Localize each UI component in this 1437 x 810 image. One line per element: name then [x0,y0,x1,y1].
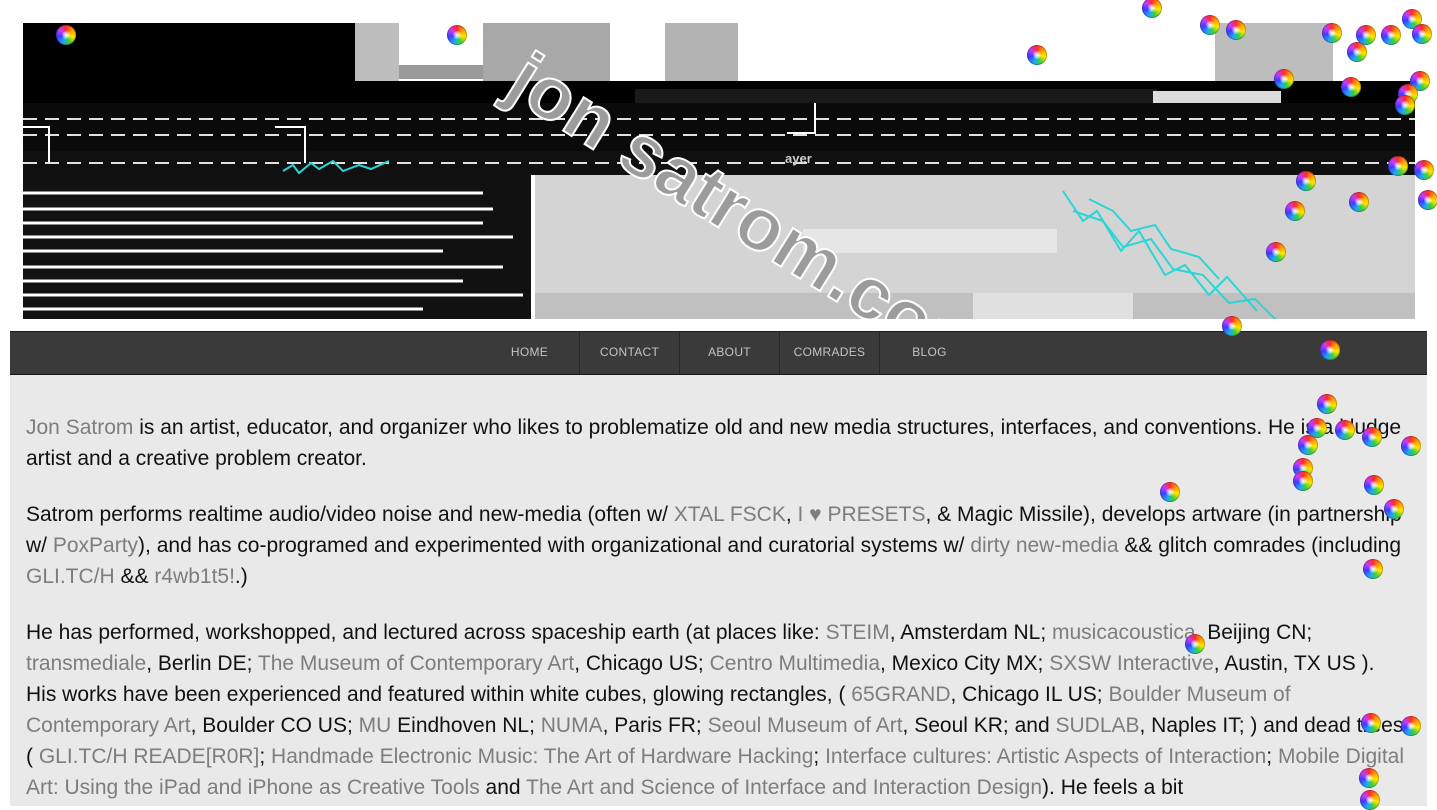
spinning-wait-cursor-icon [1360,790,1380,810]
performed-text-12: , Seoul KR; and [902,714,1056,737]
glitch-banner-graphic: jon satrom.com ayer [23,23,1415,319]
spinning-wait-cursor-icon [1412,24,1432,44]
header-banner[interactable]: jon satrom.com ayer [23,23,1415,319]
spinning-wait-cursor-icon [1341,77,1361,97]
spinning-wait-cursor-icon [1388,156,1408,176]
handmade-electronic-music-link[interactable]: Handmade Electronic Music: The Art of Ha… [271,745,813,768]
performs-text-1: Satrom performs realtime audio/video noi… [26,503,674,526]
performed-text-6: , Mexico City MX; [880,652,1050,675]
performs-text-6: && [114,565,155,588]
spinning-wait-cursor-icon [1401,436,1421,456]
i-love-presets-link[interactable]: I ♥ PRESETS [798,503,926,526]
spinning-wait-cursor-icon [56,25,76,45]
performed-text-18: ). He feels a bit [1042,776,1184,799]
nav-item-home[interactable]: HOME [480,332,579,374]
spinning-wait-cursor-icon [1298,435,1318,455]
spinning-wait-cursor-icon [1185,634,1205,654]
spinning-wait-cursor-icon [1222,316,1242,336]
performed-text-1: He has performed, workshopped, and lectu… [26,621,826,644]
header-banner-wrap: jon satrom.com ayer [10,10,1427,331]
performs-text-5: && glitch comrades (including [1118,534,1402,557]
transmediale-link[interactable]: transmediale [26,652,146,675]
spinning-wait-cursor-icon [1320,340,1340,360]
spinning-wait-cursor-icon [1347,42,1367,62]
spinning-wait-cursor-icon [1266,242,1286,262]
spinning-wait-cursor-icon [1293,471,1313,491]
performed-text-11: , Paris FR; [602,714,708,737]
sxsw-interactive-link[interactable]: SXSW Interactive [1049,652,1214,675]
r4wb1t5-link[interactable]: r4wb1t5! [154,565,235,588]
performed-text-9: , Boulder CO US; [190,714,359,737]
performed-text-3: , Beijing CN; [1195,621,1313,644]
performs-paragraph: Satrom performs realtime audio/video noi… [26,499,1406,592]
bio-content: Jon Satrom is an artist, educator, and o… [26,412,1406,806]
performed-text-17: and [479,776,527,799]
spinning-wait-cursor-icon [1296,171,1316,191]
xtal-fsck-link[interactable]: XTAL FSCK [674,503,786,526]
spinning-wait-cursor-icon [1414,160,1434,180]
performed-text-8: , Chicago IL US; [950,683,1109,706]
sudlab-link[interactable]: SUDLAB [1055,714,1139,737]
performed-text-16: ; [1266,745,1278,768]
spinning-wait-cursor-icon [1200,15,1220,35]
nav-item-comrades[interactable]: COMRADES [779,332,879,374]
performed-text-5: , Chicago US; [574,652,710,675]
art-science-interface-link[interactable]: The Art and Science of Interface and Int… [526,776,1042,799]
performed-text-4: , Berlin DE; [146,652,258,675]
nav-item-contact[interactable]: CONTACT [579,332,679,374]
nav-menu: HOME CONTACT ABOUT COMRADES BLOG [480,332,979,374]
spinning-wait-cursor-icon [1401,716,1421,736]
poxparty-link[interactable]: PoxParty [53,534,138,557]
spinning-wait-cursor-icon [1363,559,1383,579]
spinning-wait-cursor-icon [1322,23,1342,43]
spinning-wait-cursor-icon [1359,768,1379,788]
spinning-wait-cursor-icon [1364,475,1384,495]
spinning-wait-cursor-icon [1418,190,1437,210]
performed-text-2: , Amsterdam NL; [889,621,1052,644]
65grand-link[interactable]: 65GRAND [851,683,950,706]
jon-satrom-link[interactable]: Jon Satrom [26,416,133,439]
numa-link[interactable]: NUMA [541,714,603,737]
intro-text: is an artist, educator, and organizer wh… [26,416,1402,470]
performs-text-4: ), and has co-programed and experimented… [138,534,971,557]
spinning-wait-cursor-icon [1317,394,1337,414]
spinning-wait-cursor-icon [1362,427,1382,447]
centro-multimedia-link[interactable]: Centro Multimedia [710,652,880,675]
spinning-wait-cursor-icon [1384,499,1404,519]
performs-text-7: .) [234,565,248,588]
mu-link[interactable]: MU [359,714,392,737]
spinning-wait-cursor-icon [1361,713,1381,733]
glitch-reader-link[interactable]: GLI.TC/H READE[R0R] [39,745,260,768]
spinning-wait-cursor-icon [1027,45,1047,65]
main-navigation: HOME CONTACT ABOUT COMRADES BLOG [10,331,1427,375]
spinning-wait-cursor-icon [1335,420,1355,440]
spinning-wait-cursor-icon [1381,25,1401,45]
nav-item-about[interactable]: ABOUT [679,332,779,374]
spinning-wait-cursor-icon [1349,192,1369,212]
spinning-wait-cursor-icon [1160,482,1180,502]
nav-item-blog[interactable]: BLOG [879,332,979,374]
performs-text-2: , [785,503,798,526]
performed-text-15: ; [813,745,826,768]
spinning-wait-cursor-icon [1356,25,1376,45]
performed-text-14: ; [259,745,272,768]
spinning-wait-cursor-icon [447,25,467,45]
interface-cultures-link[interactable]: Interface cultures: Artistic Aspects of … [825,745,1266,768]
mca-chicago-link[interactable]: The Museum of Contemporary Art [258,652,574,675]
banner-fragment-text: ayer [785,151,812,166]
musicacoustica-link[interactable]: musicacoustica [1052,621,1196,644]
seoul-museum-link[interactable]: Seoul Museum of Art [708,714,903,737]
spinning-wait-cursor-icon [1395,95,1415,115]
spinning-wait-cursor-icon [1226,20,1246,40]
glitch-link[interactable]: GLI.TC/H [26,565,115,588]
spinning-wait-cursor-icon [1274,69,1294,89]
performed-text-10: Eindhoven NL; [391,714,541,737]
page-frame: jon satrom.com ayer HOME CONTACT ABOUT C… [10,10,1427,806]
dirty-new-media-link[interactable]: dirty new-media [970,534,1118,557]
steim-link[interactable]: STEIM [826,621,890,644]
spinning-wait-cursor-icon [1285,201,1305,221]
intro-paragraph: Jon Satrom is an artist, educator, and o… [26,412,1406,474]
